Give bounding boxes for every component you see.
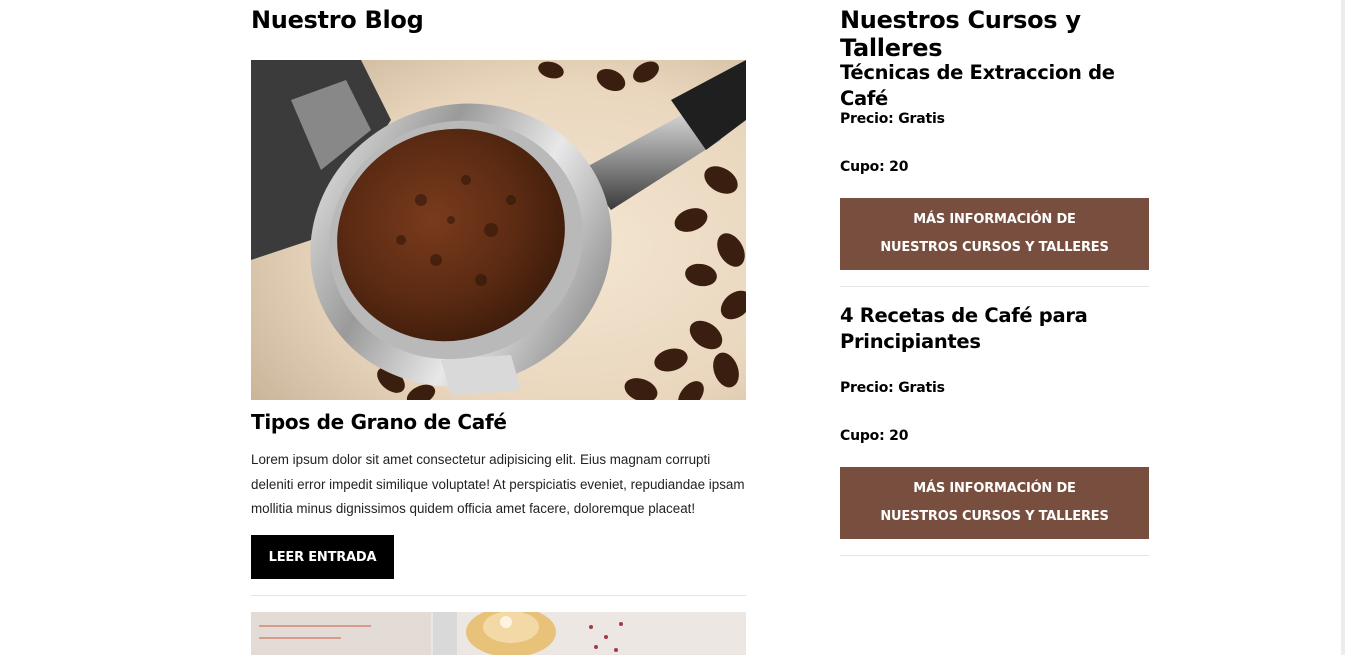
blog-section: Nuestro Blog Tipos de Grano de Café Lore… xyxy=(251,0,746,655)
scrollbar-track[interactable] xyxy=(1341,0,1345,655)
blog-post-image[interactable] xyxy=(251,60,746,400)
cupcake-photo xyxy=(251,612,746,655)
course-item: Técnicas de Extraccion de Café Precio: G… xyxy=(840,60,1149,287)
blog-separator xyxy=(251,595,746,596)
blog-post-excerpt: Lorem ipsum dolor sit amet consectetur a… xyxy=(251,452,745,516)
page: Nuestro Blog Tipos de Grano de Café Lore… xyxy=(0,0,1345,655)
course-title: Técnicas de Extraccion de Café xyxy=(840,61,1115,110)
course-title: 4 Recetas de Café para Principiantes xyxy=(840,304,1088,353)
course-price: Precio: Gratis xyxy=(840,111,945,127)
course-price: Precio: Gratis xyxy=(840,380,945,396)
course-item: 4 Recetas de Café para Principiantes Pre… xyxy=(840,303,1149,556)
courses-heading: Nuestros Cursos y Talleres xyxy=(840,6,1081,62)
course-capacity: Cupo: 20 xyxy=(840,428,909,444)
blog-post-title: Tipos de Grano de Café xyxy=(251,410,507,434)
coffee-portafilter-photo xyxy=(251,60,746,400)
course-info-button[interactable]: MÁS INFORMACIÓN DE NUESTROS CURSOS Y TAL… xyxy=(840,198,1149,270)
course-separator xyxy=(840,555,1149,556)
course-capacity: Cupo: 20 xyxy=(840,159,909,175)
course-info-button[interactable]: MÁS INFORMACIÓN DE NUESTROS CURSOS Y TAL… xyxy=(840,467,1149,539)
courses-section: Nuestros Cursos y Talleres Técnicas de E… xyxy=(840,0,1149,556)
blog-post-image-2[interactable] xyxy=(251,612,746,655)
blog-heading: Nuestro Blog xyxy=(251,6,424,34)
course-separator xyxy=(840,286,1149,287)
read-post-button[interactable]: LEER ENTRADA xyxy=(251,535,394,579)
